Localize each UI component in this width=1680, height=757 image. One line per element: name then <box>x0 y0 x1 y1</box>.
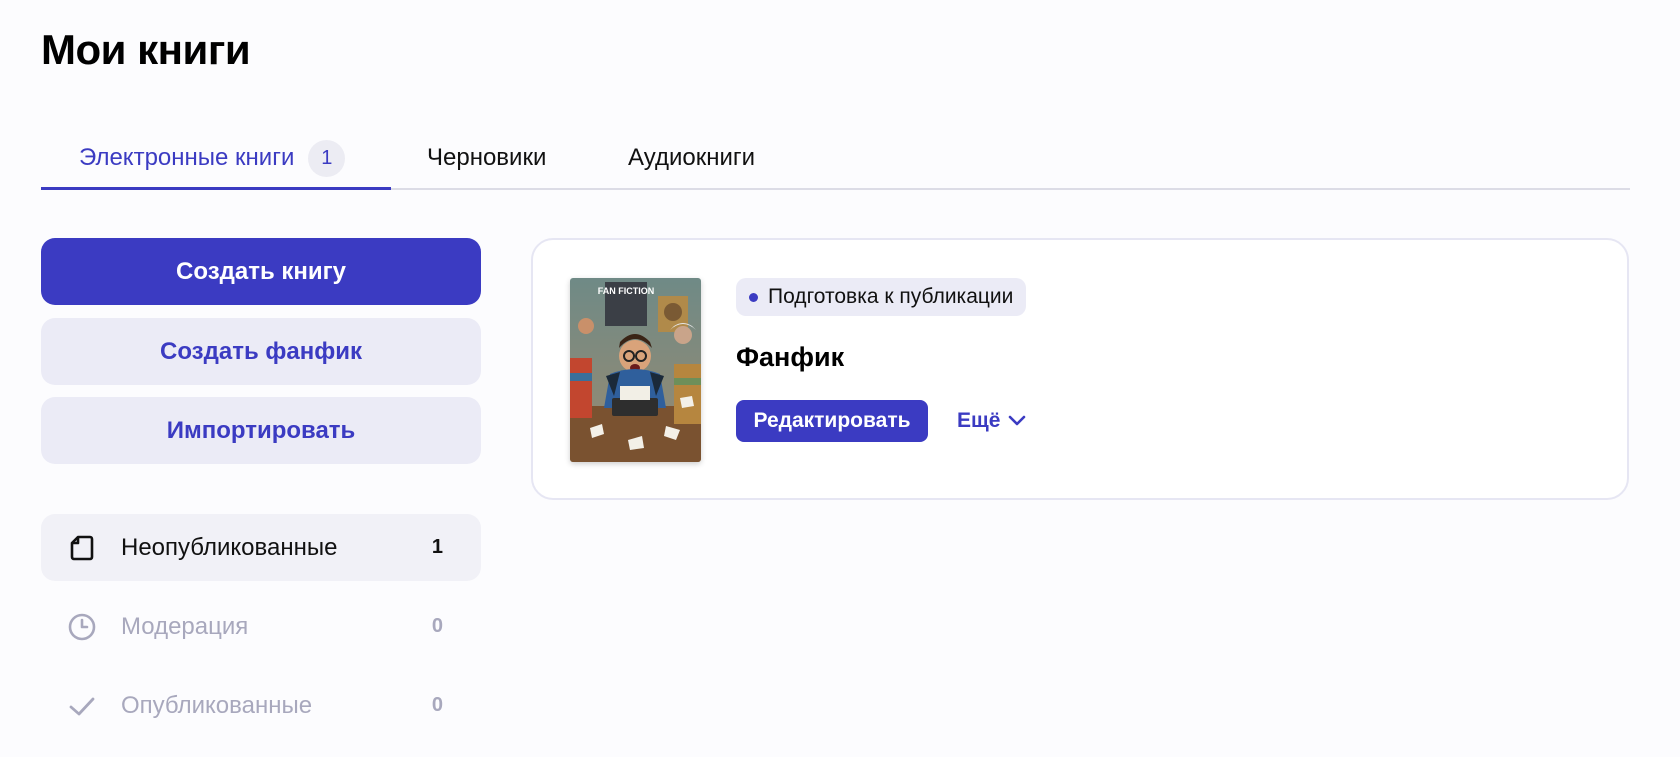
book-card: FAN FICTION Подготовка к публикации Фанф… <box>531 238 1629 500</box>
tab-ebooks-count-badge: 1 <box>308 139 346 177</box>
filter-published[interactable]: Опубликованные 0 <box>41 672 481 739</box>
tab-bar: Электронные книги 1 Черновики Аудиокниги <box>41 126 1630 190</box>
tab-ebooks-label: Электронные книги <box>79 144 295 171</box>
tab-audiobooks[interactable]: Аудиокниги <box>628 126 755 190</box>
tab-audiobooks-label: Аудиокниги <box>628 144 756 171</box>
edit-button[interactable]: Редактировать <box>736 400 928 442</box>
filter-published-count: 0 <box>431 694 443 716</box>
check-icon <box>69 697 95 716</box>
tab-ebooks[interactable]: Электронные книги 1 <box>79 126 346 190</box>
filter-unpublished-count: 1 <box>431 536 443 558</box>
book-title[interactable]: Фанфик <box>736 342 844 373</box>
page-title: Мои книги <box>41 26 251 73</box>
filter-moderation-label: Модерация <box>121 612 249 640</box>
active-tab-indicator <box>41 187 391 190</box>
tab-drafts[interactable]: Черновики <box>427 126 546 190</box>
filter-moderation-count: 0 <box>431 615 443 637</box>
filter-published-label: Опубликованные <box>121 691 313 719</box>
status-badge: Подготовка к публикации <box>736 278 1027 316</box>
filter-unpublished-label: Неопубликованные <box>121 533 338 561</box>
filter-unpublished[interactable]: Неопубликованные 1 <box>41 514 481 581</box>
book-cover-illustration: FAN FICTION <box>570 278 701 462</box>
import-button[interactable]: Импортировать <box>41 397 481 464</box>
status-label: Подготовка к публикации <box>768 285 1014 308</box>
status-dot <box>749 293 758 302</box>
chevron-down-icon <box>1009 415 1026 426</box>
tab-drafts-label: Черновики <box>427 144 547 171</box>
cover-text: FAN FICTION <box>598 286 655 296</box>
book-cover[interactable]: FAN FICTION <box>570 278 701 462</box>
clock-icon <box>68 613 96 641</box>
create-book-button[interactable]: Создать книгу <box>41 238 481 305</box>
more-dropdown[interactable]: Ещё <box>957 400 1026 442</box>
more-label: Ещё <box>957 409 1001 432</box>
create-fanfic-button[interactable]: Создать фанфик <box>41 318 481 385</box>
filter-moderation[interactable]: Модерация 0 <box>41 593 481 660</box>
document-icon <box>70 535 94 561</box>
